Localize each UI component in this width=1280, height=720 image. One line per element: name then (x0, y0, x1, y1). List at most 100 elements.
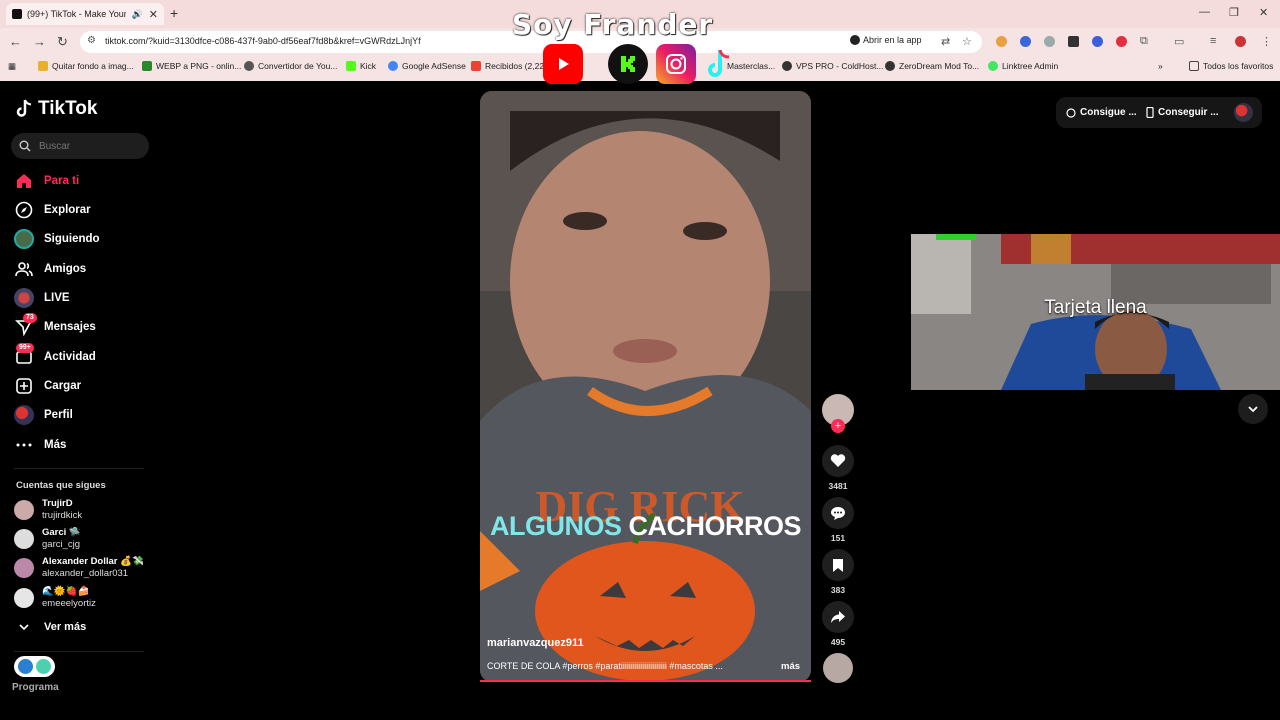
extensions-puzzle-icon[interactable]: ⧉ (1140, 35, 1148, 48)
forward-icon[interactable]: → (33, 34, 46, 49)
nav-mensajes[interactable]: 73 Mensajes (14, 313, 96, 338)
video-progress-bar[interactable] (480, 680, 811, 682)
following-account[interactable]: Garci 🛸 garci_cjg (14, 527, 81, 551)
menu-kebab-icon[interactable]: ⋮ (1261, 35, 1272, 48)
nav-label: Perfil (44, 409, 73, 421)
globe-icon (885, 61, 895, 71)
minimize-icon[interactable]: — (1199, 6, 1210, 18)
reload-icon[interactable]: ↻ (57, 34, 68, 50)
audio-icon[interactable]: 🔊 (132, 9, 143, 20)
profile-avatar-icon (14, 405, 34, 425)
save-count: 383 (830, 585, 846, 595)
like-button[interactable] (822, 445, 854, 477)
open-in-app-button[interactable]: Abrir en la app (850, 35, 922, 45)
get-coins-button[interactable]: Consigue ... (1066, 107, 1137, 118)
extension-icon[interactable] (1092, 36, 1103, 47)
restore-icon[interactable]: ❐ (1229, 6, 1239, 19)
reading-list-icon[interactable]: ≡ (1210, 35, 1216, 47)
nav-cargar[interactable]: Cargar (14, 375, 81, 397)
new-tab-button[interactable]: + (170, 5, 178, 21)
nav-actividad[interactable]: 99+ Actividad (14, 343, 96, 368)
nav-label: Amigos (44, 263, 87, 275)
account-username: emeeelyortiz (42, 598, 96, 609)
url-text[interactable]: tiktok.com/?kuid=3130dfce-c086-437f-9ab0… (105, 36, 421, 46)
share-count: 495 (830, 637, 846, 647)
program-widget[interactable] (14, 656, 55, 677)
nav-live[interactable]: LIVE (14, 287, 70, 309)
avatar (14, 500, 34, 520)
sound-disc-avatar[interactable] (823, 653, 853, 683)
more-link[interactable]: más (781, 661, 800, 672)
bookmark-label: Google AdSense (402, 61, 466, 71)
nav-explorar[interactable]: Explorar (14, 199, 91, 221)
program-label: Programa (12, 682, 59, 693)
bookmark-label: Convertidor de You... (258, 61, 338, 71)
extension-icon[interactable] (1116, 36, 1127, 47)
video-player[interactable]: DIG RICK ALGUNOS CACHORROS (480, 91, 811, 682)
bookmark-item[interactable]: Kick (346, 61, 376, 71)
account-name: Garci 🛸 (42, 527, 81, 538)
google-icon (388, 61, 398, 71)
get-app-button[interactable]: Conseguir ... (1146, 107, 1219, 118)
nav-para-ti[interactable]: Para ti (14, 170, 79, 192)
see-more-label: Ver más (44, 621, 87, 633)
webcam-overlay: Tarjeta llena (911, 234, 1280, 390)
following-account[interactable]: TrujirD trujirdkick (14, 498, 82, 522)
bookmark-item[interactable]: Google AdSense (388, 61, 466, 71)
bookmark-star-icon[interactable]: ☆ (962, 35, 972, 48)
profile-avatar[interactable] (1235, 36, 1246, 47)
nav-label: Actividad (44, 351, 96, 363)
button-label: Consigue ... (1080, 107, 1137, 118)
extension-icon[interactable] (1068, 36, 1079, 47)
tiktok-logo[interactable]: TikTok (16, 98, 97, 120)
bookmark-item[interactable]: VPS PRO - ColdHost... (782, 61, 883, 71)
follow-plus-icon[interactable]: + (831, 419, 845, 433)
bookmark-item[interactable]: ZeroDream Mod To... (885, 61, 979, 71)
bookmark-icon (833, 558, 843, 572)
close-tab-icon[interactable]: ✕ (149, 8, 158, 21)
next-video-button[interactable] (1238, 394, 1268, 424)
bookmark-item[interactable]: Convertidor de You... (244, 61, 337, 71)
chevron-down-icon (1248, 406, 1258, 413)
save-button[interactable] (822, 549, 854, 581)
video-caption-overlay: ALGUNOS CACHORROS (480, 511, 811, 542)
nav-perfil[interactable]: Perfil (14, 404, 73, 426)
apps-grid-icon[interactable]: ▦ (8, 61, 16, 72)
user-avatar[interactable] (1234, 103, 1253, 122)
kick-logo-icon (608, 44, 648, 84)
folder-icon (38, 61, 48, 71)
bookmark-item[interactable]: WEBP a PNG - onlin... (142, 61, 241, 71)
active-tab[interactable]: (99+) TikTok - Make Your Da 🔊 ✕ (6, 3, 164, 25)
back-icon[interactable]: ← (9, 34, 22, 49)
button-label: Conseguir ... (1158, 107, 1219, 118)
extension-icon[interactable] (996, 36, 1007, 47)
media-control-icon[interactable]: ▭ (1174, 35, 1184, 48)
nav-siguiendo[interactable]: Siguiendo (14, 228, 100, 250)
bookmark-item[interactable]: Recibidos (2,229) (471, 61, 552, 71)
extension-icon[interactable] (1044, 36, 1055, 47)
nav-label: Para ti (44, 175, 80, 187)
comment-button[interactable] (822, 497, 854, 529)
video-author[interactable]: marianvazquez911 (487, 637, 584, 649)
all-favorites-folder[interactable]: Todos los favoritos (1189, 61, 1273, 71)
extension-icon[interactable] (1020, 36, 1031, 47)
following-account[interactable]: Alexander Dollar 💰💸 alexander_dollar031 (14, 556, 144, 580)
search-input[interactable] (39, 140, 139, 152)
search-box[interactable] (11, 133, 149, 159)
bookmark-item[interactable]: Quitar fondo a imag... (38, 61, 134, 71)
site-info-icon[interactable]: ⚙ (87, 35, 96, 46)
see-more-button[interactable]: Ver más (14, 616, 86, 638)
close-window-icon[interactable]: ✕ (1259, 6, 1268, 19)
more-bookmarks-icon[interactable]: » (1158, 61, 1163, 71)
bookmark-item[interactable]: Linktree Admin (988, 61, 1058, 71)
account-name: Alexander Dollar 💰💸 (42, 556, 144, 567)
friends-icon (14, 259, 34, 279)
following-account[interactable]: 🌊🌞🍓🍰 emeeelyortiz (14, 586, 96, 610)
webp-icon (142, 61, 152, 71)
nav-mas[interactable]: Más (14, 434, 66, 456)
nav-amigos[interactable]: Amigos (14, 258, 86, 280)
bookmark-label: VPS PRO - ColdHost... (796, 61, 884, 71)
translate-icon[interactable]: ⇄ (941, 35, 950, 48)
share-button[interactable] (822, 601, 854, 633)
following-section-title: Cuentas que sigues (16, 480, 106, 491)
